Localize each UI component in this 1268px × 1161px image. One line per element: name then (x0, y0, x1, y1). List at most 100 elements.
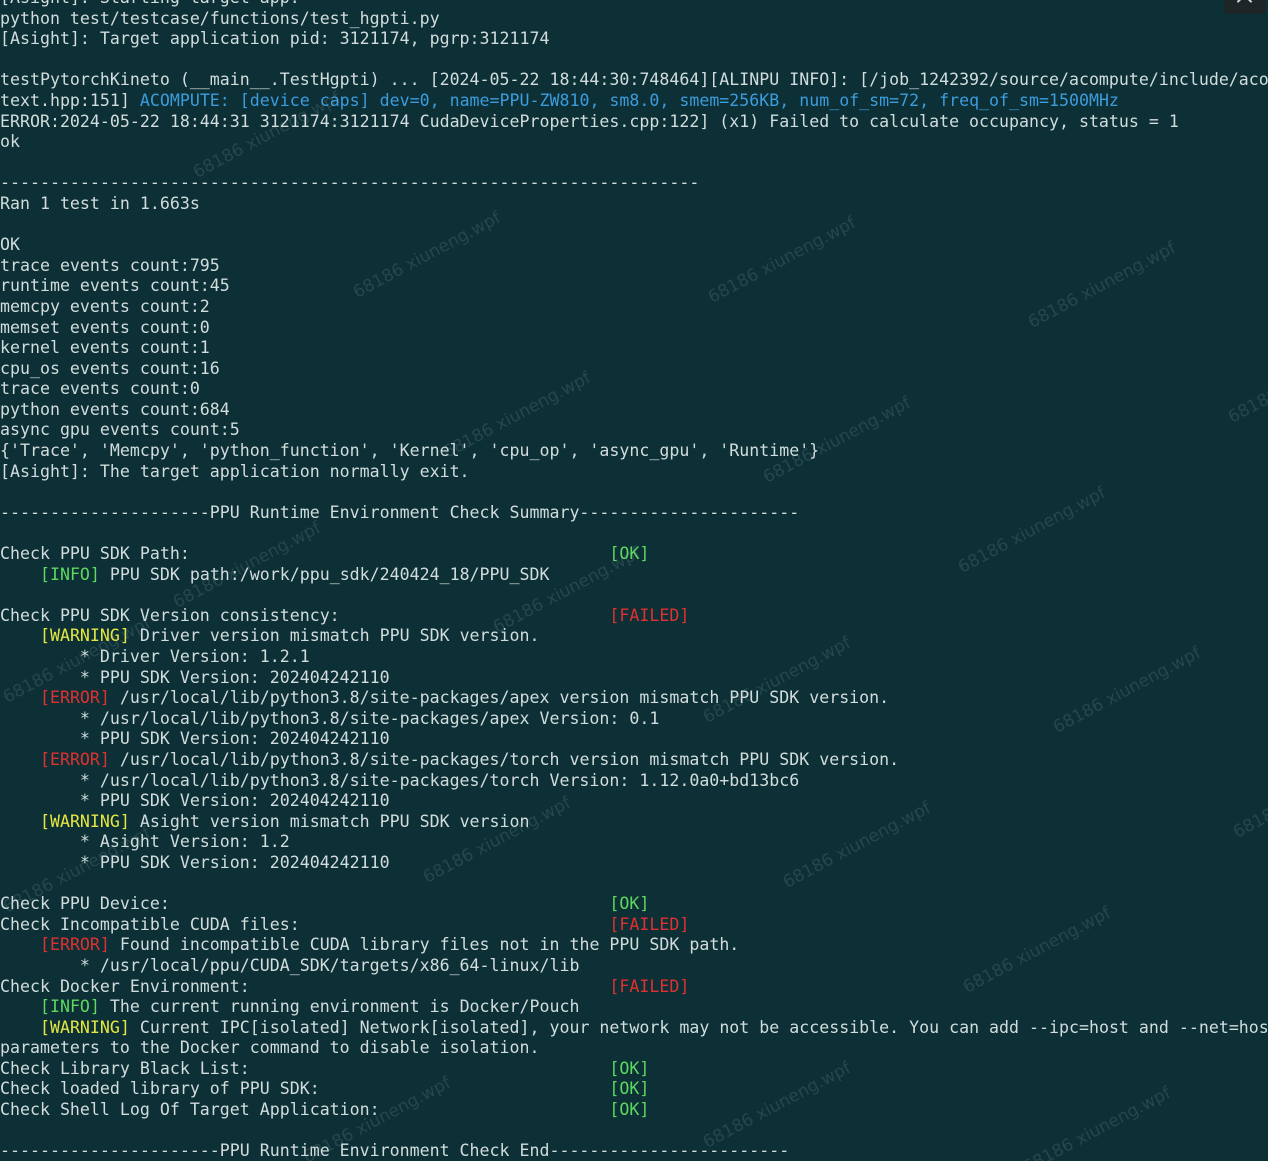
terminal-line-segment: ok (0, 132, 20, 152)
terminal-line-segment: [Asight]: Target application pid: 312117… (0, 29, 550, 49)
terminal-line-segment: Check Shell Log Of Target Application: (0, 1100, 610, 1120)
terminal-line: [Asight]: The target application normall… (0, 462, 1268, 483)
terminal-line-segment: The current running environment is Docke… (99, 997, 580, 1017)
terminal-line: python events count:684 (0, 400, 1268, 421)
terminal-line-segment: [Asight]: The target application normall… (0, 461, 470, 481)
terminal-line-segment: * /usr/local/ppu/CUDA_SDK/targets/x86_64… (0, 955, 580, 975)
terminal-line: [ERROR] /usr/local/lib/python3.8/site-pa… (0, 688, 1268, 709)
terminal-line: [ERROR] Found incompatible CUDA library … (0, 935, 1268, 956)
terminal-line-segment: Check PPU SDK Version consistency: (0, 605, 610, 625)
terminal-line-segment: /usr/local/lib/python3.8/site-packages/t… (109, 749, 900, 769)
terminal-line-segment: * PPU SDK Version: 202404242110 (0, 667, 390, 687)
terminal-line-segment: [ERROR] (39, 749, 110, 769)
terminal-line-segment: Ran 1 test in 1.663s (0, 193, 200, 213)
terminal-line-segment: Driver version mismatch PPU SDK version. (129, 626, 540, 646)
terminal-line: python test/testcase/functions/test_hgpt… (0, 9, 1268, 30)
terminal-line: [Asight]: Target application pid: 312117… (0, 29, 1268, 50)
terminal-line-segment: Check Incompatible CUDA files: (0, 914, 610, 934)
terminal-line: * Driver Version: 1.2.1 (0, 647, 1268, 668)
terminal-line: memcpy events count:2 (0, 297, 1268, 318)
terminal-line: [INFO] PPU SDK path:/work/ppu_sdk/240424… (0, 565, 1268, 586)
terminal-line-segment: [FAILED] (609, 914, 690, 934)
terminal-line-segment: [WARNING] (39, 1017, 130, 1037)
terminal-line-segment: Current IPC[isolated] Network[isolated],… (129, 1017, 1268, 1037)
terminal-line-segment: ACOMPUTE: [device caps] dev=0, name=PPU-… (139, 90, 1119, 110)
terminal-line-segment: * PPU SDK Version: 202404242110 (0, 852, 390, 872)
terminal-line: runtime events count:45 (0, 276, 1268, 297)
terminal-line-segment: [OK] (609, 1058, 650, 1078)
terminal-line-segment: [FAILED] (609, 605, 690, 625)
terminal-line-segment: * Asight Version: 1.2 (0, 832, 290, 852)
terminal-line: * /usr/local/ppu/CUDA_SDK/targets/x86_64… (0, 956, 1268, 977)
terminal-line-segment: * /usr/local/lib/python3.8/site-packages… (0, 770, 800, 790)
terminal-line: [WARNING] Current IPC[isolated] Network[… (0, 1018, 1268, 1039)
terminal-line-segment (0, 1018, 40, 1037)
terminal-line-segment (0, 688, 40, 707)
terminal-line-segment: PPU SDK path:/work/ppu_sdk/240424_18/PPU… (99, 564, 550, 584)
terminal-line: OK (0, 235, 1268, 256)
terminal-line: Check Shell Log Of Target Application: [… (0, 1100, 1268, 1121)
terminal-line: {'Trace', 'Memcpy', 'python_function', '… (0, 441, 1268, 462)
terminal-line: cpu_os events count:16 (0, 359, 1268, 380)
terminal-line-segment: [OK] (609, 544, 650, 564)
terminal-line: [INFO] The current running environment i… (0, 997, 1268, 1018)
terminal-line: testPytorchKineto (__main__.TestHgpti) .… (0, 70, 1268, 91)
terminal-line: async gpu events count:5 (0, 420, 1268, 441)
terminal-line-segment: [OK] (609, 894, 650, 914)
terminal-line: memset events count:0 (0, 318, 1268, 339)
terminal-line-segment: * PPU SDK Version: 202404242110 (0, 729, 390, 749)
terminal-window[interactable]: [Asight]: Starting target app. python tes… (0, 0, 1268, 1161)
terminal-line: * /usr/local/lib/python3.8/site-packages… (0, 771, 1268, 792)
terminal-line: * /usr/local/lib/python3.8/site-packages… (0, 709, 1268, 730)
terminal-line: * PPU SDK Version: 202404242110 (0, 853, 1268, 874)
terminal-line: [WARNING] Asight version mismatch PPU SD… (0, 812, 1268, 833)
terminal-line: kernel events count:1 (0, 338, 1268, 359)
terminal-line: trace events count:0 (0, 379, 1268, 400)
terminal-line-segment: memcpy events count:2 (0, 296, 210, 316)
terminal-line-segment: trace events count:795 (0, 255, 220, 275)
terminal-line-segment: ----------------------------------------… (0, 173, 700, 193)
terminal-line-segment: Found incompatible CUDA library files no… (109, 935, 740, 955)
terminal-line: [WARNING] Driver version mismatch PPU SD… (0, 626, 1268, 647)
terminal-output: [Asight]: Starting target app. python tes… (0, 0, 1268, 1161)
terminal-line: parameters to the Docker command to disa… (0, 1038, 1268, 1059)
terminal-line-segment: * Driver Version: 1.2.1 (0, 647, 310, 666)
terminal-line: ok (0, 132, 1268, 153)
terminal-line: * Asight Version: 1.2 (0, 832, 1268, 853)
terminal-line-segment (0, 626, 40, 645)
terminal-line-segment: [INFO] (39, 997, 100, 1017)
terminal-line-segment: * PPU SDK Version: 202404242110 (0, 791, 390, 811)
terminal-line-segment: Check Library Black List: (0, 1058, 610, 1078)
scroll-to-top-button[interactable] (1224, 0, 1266, 14)
terminal-line: ERROR:2024-05-22 18:44:31 3121174:312117… (0, 112, 1268, 133)
terminal-line-segment: ERROR:2024-05-22 18:44:31 3121174:312117… (0, 111, 1179, 131)
terminal-line-segment: OK (0, 235, 20, 255)
terminal-line-segment: Asight version mismatch PPU SDK version (129, 811, 530, 831)
terminal-line-segment: trace events count:0 (0, 379, 200, 399)
terminal-line-segment: async gpu events count:5 (0, 420, 240, 440)
terminal-line-segment: Check loaded library of PPU SDK: (0, 1079, 610, 1099)
terminal-line-segment: cpu_os events count:16 (0, 358, 220, 378)
terminal-line-segment: Check PPU Device: (0, 894, 610, 914)
terminal-line-segment (0, 935, 40, 954)
terminal-line: text.hpp:151] ACOMPUTE: [device caps] de… (0, 91, 1268, 112)
terminal-line-segment: [Asight]: Starting target app. (0, 0, 300, 7)
terminal-line-segment: testPytorchKineto (__main__.TestHgpti) .… (0, 70, 1268, 90)
terminal-line: Check Library Black List: [OK] (0, 1059, 1268, 1080)
terminal-line-segment (0, 750, 40, 769)
terminal-line-segment (0, 812, 40, 831)
terminal-line-segment: * /usr/local/lib/python3.8/site-packages… (0, 708, 660, 728)
terminal-line-segment: ---------------------PPU Runtime Environ… (0, 502, 800, 522)
terminal-line-segment: [INFO] (39, 564, 100, 584)
terminal-line-segment: [ERROR] (39, 688, 110, 708)
terminal-line: * PPU SDK Version: 202404242110 (0, 668, 1268, 689)
terminal-line-segment: Check PPU SDK Path: (0, 544, 610, 564)
chevron-up-icon (1236, 0, 1253, 10)
terminal-line: * PPU SDK Version: 202404242110 (0, 791, 1268, 812)
